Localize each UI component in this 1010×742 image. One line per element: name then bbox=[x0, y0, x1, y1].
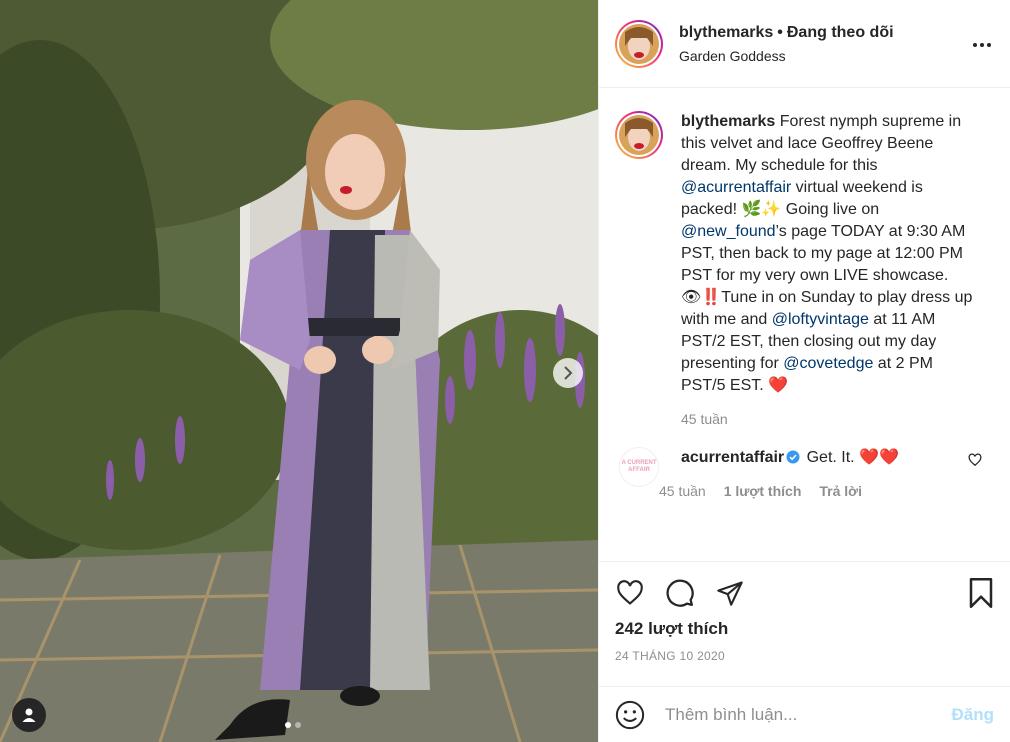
share-icon bbox=[717, 581, 743, 606]
avatar-image bbox=[619, 115, 659, 155]
bookmark-icon bbox=[969, 578, 993, 608]
carousel-dot bbox=[295, 722, 301, 728]
mention-link[interactable]: @loftyvintage bbox=[772, 311, 869, 328]
post-photo[interactable] bbox=[0, 0, 598, 742]
comment-input[interactable] bbox=[665, 704, 952, 725]
caption-text: blythemarks Forest nymph supreme in this… bbox=[681, 111, 981, 397]
more-options-button[interactable] bbox=[970, 33, 994, 57]
post-comment-button[interactable]: Đăng bbox=[952, 705, 995, 725]
author-avatar[interactable] bbox=[615, 19, 663, 68]
avatar-image bbox=[619, 23, 659, 64]
add-comment-bar: Đăng bbox=[599, 686, 1010, 742]
share-button[interactable] bbox=[715, 573, 765, 613]
mention-link[interactable]: @new_found bbox=[681, 223, 776, 240]
caption-meta: 45 tuần bbox=[681, 411, 981, 427]
comment-time[interactable]: 45 tuần bbox=[659, 483, 706, 499]
mention-link[interactable]: @covetedge bbox=[783, 355, 873, 372]
like-count[interactable]: 242 lượt thích bbox=[615, 619, 994, 639]
caption-username[interactable]: blythemarks bbox=[681, 113, 775, 130]
chevron-right-icon bbox=[564, 366, 573, 380]
post-side-panel: blythemarks • Đang theo dõi Garden Goddess bbox=[598, 0, 1010, 742]
reply-button[interactable]: Trả lời bbox=[819, 483, 862, 499]
comment-likes[interactable]: 1 lượt thích bbox=[724, 483, 802, 499]
caption: blythemarks Forest nymph supreme in this… bbox=[615, 111, 994, 427]
post-header: blythemarks • Đang theo dõi Garden Goddess bbox=[599, 0, 1010, 88]
comment-like-button[interactable] bbox=[968, 453, 982, 470]
user-tags-button[interactable] bbox=[12, 698, 46, 732]
mention-link[interactable]: @acurrentaffair bbox=[681, 179, 791, 196]
post-location[interactable]: Garden Goddess bbox=[679, 48, 894, 64]
emoji-icon bbox=[615, 700, 645, 729]
comments-list[interactable]: blythemarks Forest nymph supreme in this… bbox=[599, 89, 1010, 561]
user-tag-icon bbox=[22, 708, 36, 722]
author-username[interactable]: blythemarks bbox=[679, 24, 773, 41]
comment-content: Get. It. ❤️❤️ bbox=[806, 449, 899, 466]
like-button[interactable] bbox=[615, 573, 665, 613]
next-photo-button[interactable] bbox=[553, 358, 583, 388]
commenter-avatar[interactable]: A CURRENT AFFAIR bbox=[619, 447, 659, 487]
follow-status-button[interactable]: Đang theo dõi bbox=[787, 24, 894, 41]
header-separator: • bbox=[777, 23, 783, 41]
post-date[interactable]: 24 THÁNG 10 2020 bbox=[615, 649, 994, 663]
verified-icon bbox=[786, 450, 800, 464]
emoji-button[interactable] bbox=[615, 699, 647, 731]
comment-button[interactable] bbox=[665, 573, 715, 613]
caption-time[interactable]: 45 tuần bbox=[681, 411, 728, 427]
caption-avatar[interactable] bbox=[615, 111, 663, 159]
photo-scene bbox=[0, 0, 598, 742]
heart-icon bbox=[968, 453, 982, 467]
carousel-dot bbox=[285, 722, 291, 728]
more-icon bbox=[973, 43, 991, 47]
heart-icon bbox=[617, 580, 643, 605]
comment-item: A CURRENT AFFAIR acurrentaffair Get. It.… bbox=[615, 447, 994, 499]
comment-text: acurrentaffair Get. It. ❤️❤️ bbox=[681, 447, 899, 469]
post-viewer: blythemarks • Đang theo dõi Garden Goddess bbox=[0, 0, 1010, 742]
post-actions: 242 lượt thích 24 THÁNG 10 2020 bbox=[599, 561, 1010, 663]
save-button[interactable] bbox=[966, 573, 994, 613]
carousel-indicator bbox=[285, 722, 301, 728]
comment-icon bbox=[666, 579, 694, 607]
commenter-username[interactable]: acurrentaffair bbox=[681, 449, 784, 466]
comment-meta: 45 tuần 1 lượt thích Trả lời bbox=[659, 483, 899, 499]
